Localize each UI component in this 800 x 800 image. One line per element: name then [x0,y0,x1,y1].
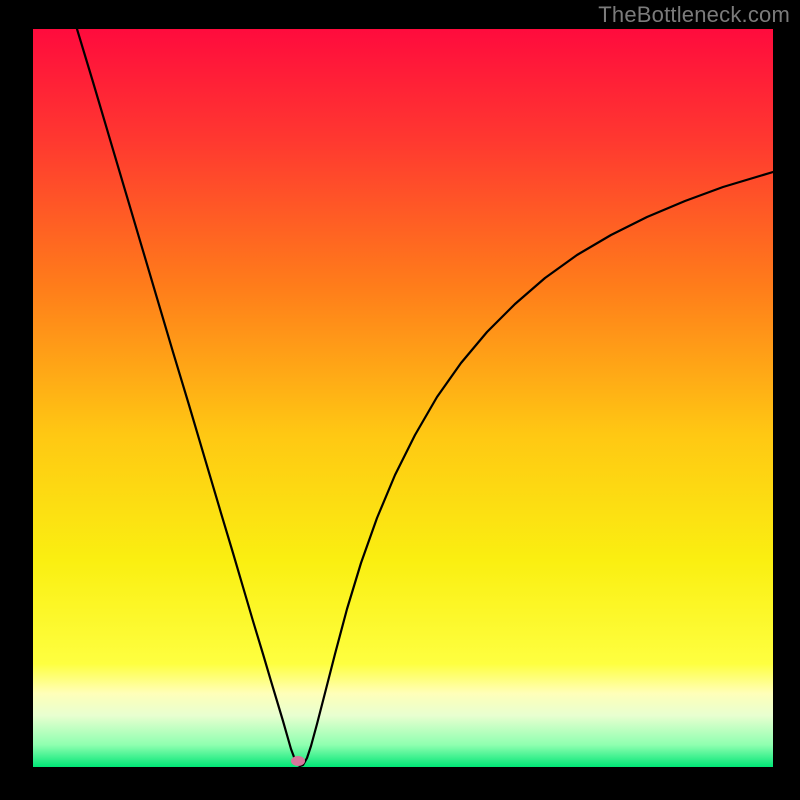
watermark-text: TheBottleneck.com [598,2,790,28]
chart-svg [33,29,773,767]
chart-frame: TheBottleneck.com [0,0,800,800]
gradient-background [33,29,773,767]
plot-area [33,29,773,767]
minimum-marker [291,756,305,766]
